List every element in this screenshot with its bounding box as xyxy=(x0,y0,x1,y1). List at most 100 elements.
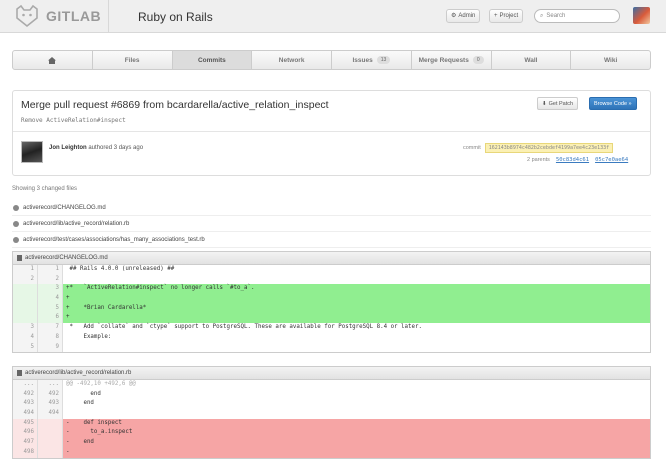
commit-label: commit xyxy=(463,145,481,151)
old-line-number[interactable]: 1 xyxy=(13,265,38,275)
diff-line: ...... @@ -492,10 +492,6 @@ xyxy=(13,380,650,390)
diff-header: activerecord/CHANGELOG.md xyxy=(13,252,650,265)
new-line-number[interactable] xyxy=(38,428,63,439)
new-line-number[interactable]: 2 xyxy=(38,274,63,285)
diff-body: ...... @@ -492,10 +492,6 @@ 492 492 end 493 4… xyxy=(13,380,650,458)
diff-filename[interactable]: activerecord/CHANGELOG.md xyxy=(25,255,108,261)
new-line-number[interactable]: 8 xyxy=(38,332,63,343)
old-line-number[interactable]: 497 xyxy=(13,438,38,448)
diff-line: 3 +* `ActiveRelation#inspect` no longer c… xyxy=(13,284,650,295)
new-line-number[interactable]: 3 xyxy=(38,284,63,295)
changed-file-item[interactable]: activerecord/CHANGELOG.md xyxy=(12,200,651,216)
header-divider xyxy=(108,0,109,33)
tab-home[interactable] xyxy=(13,51,93,69)
project-title[interactable]: Ruby on Rails xyxy=(138,10,213,24)
commit-divider xyxy=(13,131,650,132)
author-line: Jon Leighton authored 3 days ago xyxy=(49,145,143,151)
old-line-number[interactable]: 3 xyxy=(13,323,38,333)
search-placeholder: Search xyxy=(546,13,566,19)
old-line-number[interactable]: 494 xyxy=(13,409,38,419)
new-line-number[interactable]: 4 xyxy=(38,294,63,304)
tab-network[interactable]: Network xyxy=(252,51,332,69)
admin-label: Admin xyxy=(458,13,476,19)
tab-label: Issues xyxy=(352,56,373,64)
browse-code-button[interactable]: Browse Code » xyxy=(589,97,637,110)
modified-dot-icon xyxy=(13,204,19,211)
diff-header: activerecord/lib/active_record/relation.… xyxy=(13,367,650,380)
diff-line-code: ## Rails 4.0.0 (unreleased) ## xyxy=(66,266,175,272)
tab-wiki[interactable]: Wiki xyxy=(571,51,650,69)
new-line-number[interactable]: 494 xyxy=(38,409,63,419)
diff-line: 48 Example: xyxy=(13,332,650,343)
old-line-number[interactable]: 2 xyxy=(13,274,38,285)
tab-commits[interactable]: Commits xyxy=(172,51,253,69)
old-line-number[interactable]: 492 xyxy=(13,389,38,400)
file-icon xyxy=(17,255,22,261)
commit-sha-row: commit 162143b8974c482b2cebdef4199a7ee4c… xyxy=(463,143,614,153)
diff-line: 496 - to_a.inspect xyxy=(13,428,650,439)
old-line-number[interactable]: 498 xyxy=(13,447,38,458)
author-name[interactable]: Jon Leighton xyxy=(49,145,87,151)
tab-issues[interactable]: Issues 13 xyxy=(332,51,412,69)
brand-name[interactable]: GITLAB xyxy=(46,8,101,24)
old-line-number[interactable] xyxy=(13,303,38,314)
diff-line-code: + xyxy=(63,313,650,324)
diff-line: 498 - xyxy=(13,447,650,458)
gitlab-logo-icon[interactable] xyxy=(14,4,40,28)
diff-line-code xyxy=(63,275,650,285)
new-line-number[interactable]: 9 xyxy=(38,342,63,353)
diff-line-code: Example: xyxy=(66,333,112,340)
new-line-number[interactable]: 7 xyxy=(38,323,63,333)
changed-file-path[interactable]: activerecord/test/cases/associations/has… xyxy=(23,237,205,243)
tab-merge-requests[interactable]: Merge Requests 0 xyxy=(412,51,492,69)
new-project-button[interactable]: + Project xyxy=(489,9,524,23)
new-line-number[interactable]: 5 xyxy=(38,303,63,314)
old-line-number[interactable]: 495 xyxy=(13,418,38,429)
changed-file-path[interactable]: activerecord/lib/active_record/relation.… xyxy=(23,221,129,227)
diff-line-code: + *Brian Cardarella* xyxy=(63,303,650,314)
tab-wall[interactable]: Wall xyxy=(492,51,572,69)
old-line-number[interactable] xyxy=(13,294,38,304)
tab-label: Commits xyxy=(197,56,226,64)
diff-line: 497 - end xyxy=(13,438,650,448)
changed-file-path[interactable]: activerecord/CHANGELOG.md xyxy=(23,205,106,211)
commit-info-box: Merge pull request #6869 from bcardarell… xyxy=(12,90,651,176)
old-line-number[interactable]: 4 xyxy=(13,332,38,343)
changed-file-item[interactable]: activerecord/test/cases/associations/has… xyxy=(12,232,651,248)
home-icon xyxy=(48,56,57,64)
old-line-number[interactable]: 5 xyxy=(13,342,38,353)
file-icon xyxy=(17,370,22,376)
old-line-number[interactable] xyxy=(13,284,38,295)
new-line-number[interactable] xyxy=(38,438,63,448)
parent-link-1[interactable]: 50c83d4c61 xyxy=(556,157,589,163)
old-line-number[interactable]: 493 xyxy=(13,399,38,410)
admin-button[interactable]: ⚙ Admin xyxy=(446,9,481,23)
commit-sha[interactable]: 162143b8974c482b2cebdef4199a7ee4c23e133f xyxy=(484,143,614,153)
old-line-number[interactable]: ... xyxy=(13,380,38,390)
diff-line-code xyxy=(63,409,650,419)
search-input[interactable]: ⌕ Search xyxy=(534,9,620,23)
authored-time: authored 3 days ago xyxy=(88,145,144,151)
diff-line: 22 xyxy=(13,274,650,285)
new-line-number[interactable]: ... xyxy=(38,380,63,390)
diff-line-code: - def inspect xyxy=(63,418,650,429)
new-line-number[interactable]: 492 xyxy=(38,389,63,400)
parent-link-2[interactable]: 05c7e0ae64 xyxy=(595,157,628,163)
new-line-number[interactable]: 493 xyxy=(38,399,63,410)
commit-title: Merge pull request #6869 from bcardarell… xyxy=(21,99,329,111)
diff-line: 6 + xyxy=(13,313,650,324)
changed-file-item[interactable]: activerecord/lib/active_record/relation.… xyxy=(12,216,651,232)
merge-requests-count-badge: 0 xyxy=(472,56,484,64)
new-line-number[interactable]: 6 xyxy=(38,313,63,324)
tab-label: Wall xyxy=(524,56,538,64)
diff-filename[interactable]: activerecord/lib/active_record/relation.… xyxy=(25,370,131,376)
get-patch-button[interactable]: ⬇ Get Patch xyxy=(537,97,579,110)
new-line-number[interactable] xyxy=(38,418,63,429)
author-avatar[interactable] xyxy=(21,141,43,163)
old-line-number[interactable]: 496 xyxy=(13,428,38,439)
tab-files[interactable]: Files xyxy=(93,51,173,69)
user-avatar[interactable] xyxy=(633,7,650,24)
new-line-number[interactable]: 1 xyxy=(38,265,63,275)
old-line-number[interactable] xyxy=(13,313,38,324)
new-line-number[interactable] xyxy=(38,447,63,458)
